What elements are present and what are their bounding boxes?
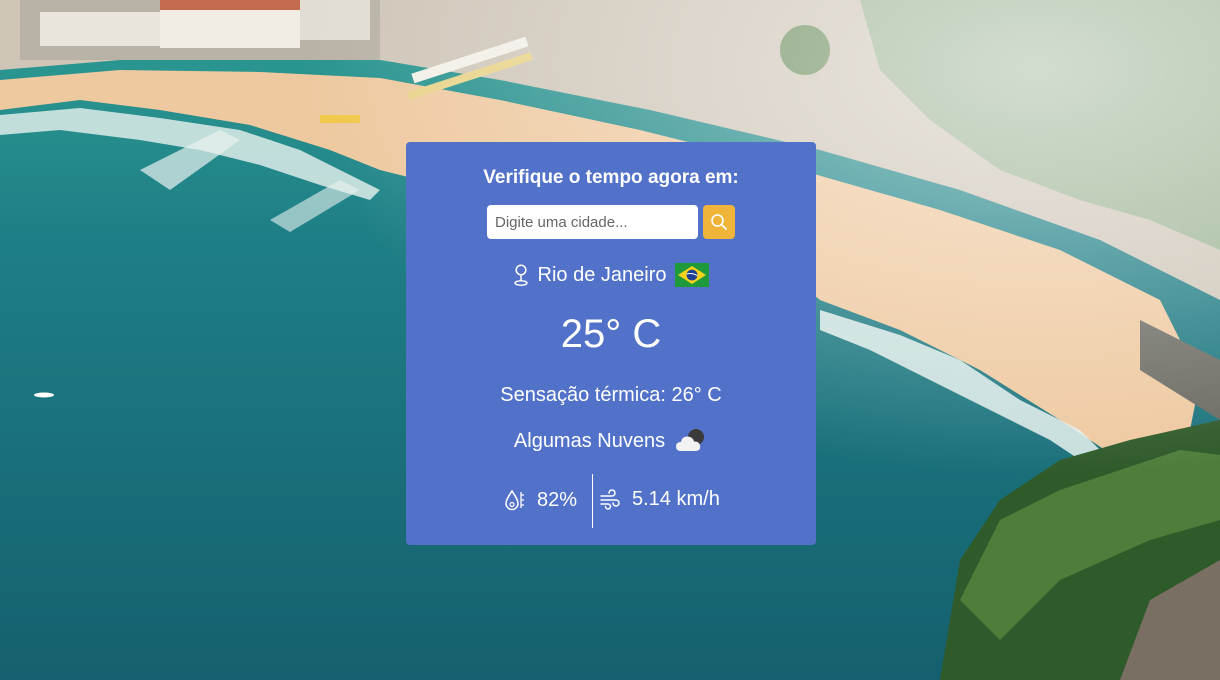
- weather-card: Verifique o tempo agora em: Rio de Janei…: [406, 142, 816, 545]
- humidity-icon: [504, 488, 526, 512]
- location-pin-icon: [513, 264, 529, 286]
- city-search-input[interactable]: [487, 205, 698, 239]
- city-row: Rio de Janeiro: [406, 262, 816, 288]
- city-name: Rio de Janeiro: [537, 263, 667, 286]
- humidity-block: 82%: [504, 488, 577, 512]
- brazil-flag-icon: [675, 263, 710, 287]
- humidity-value: 82%: [537, 488, 578, 511]
- weather-description-row: Algumas Nuvens: [406, 427, 816, 455]
- temperature: 25° C: [560, 312, 662, 356]
- weather-description: Algumas Nuvens: [513, 429, 666, 452]
- wind-block: 5.14 km/h: [599, 488, 720, 511]
- partly-cloudy-night-icon: [674, 428, 708, 454]
- wind-value: 5.14 km/h: [632, 488, 720, 510]
- feels-like: Sensação térmica: 26° C: [500, 384, 722, 406]
- wind-icon: [599, 488, 621, 511]
- search-button[interactable]: [703, 205, 735, 239]
- search-icon: [710, 213, 728, 231]
- details-divider: [592, 474, 593, 528]
- search-form: [487, 205, 735, 239]
- weather-details: 82% 5.14 km/h: [406, 474, 816, 528]
- search-heading: Verifique o tempo agora em:: [483, 167, 739, 188]
